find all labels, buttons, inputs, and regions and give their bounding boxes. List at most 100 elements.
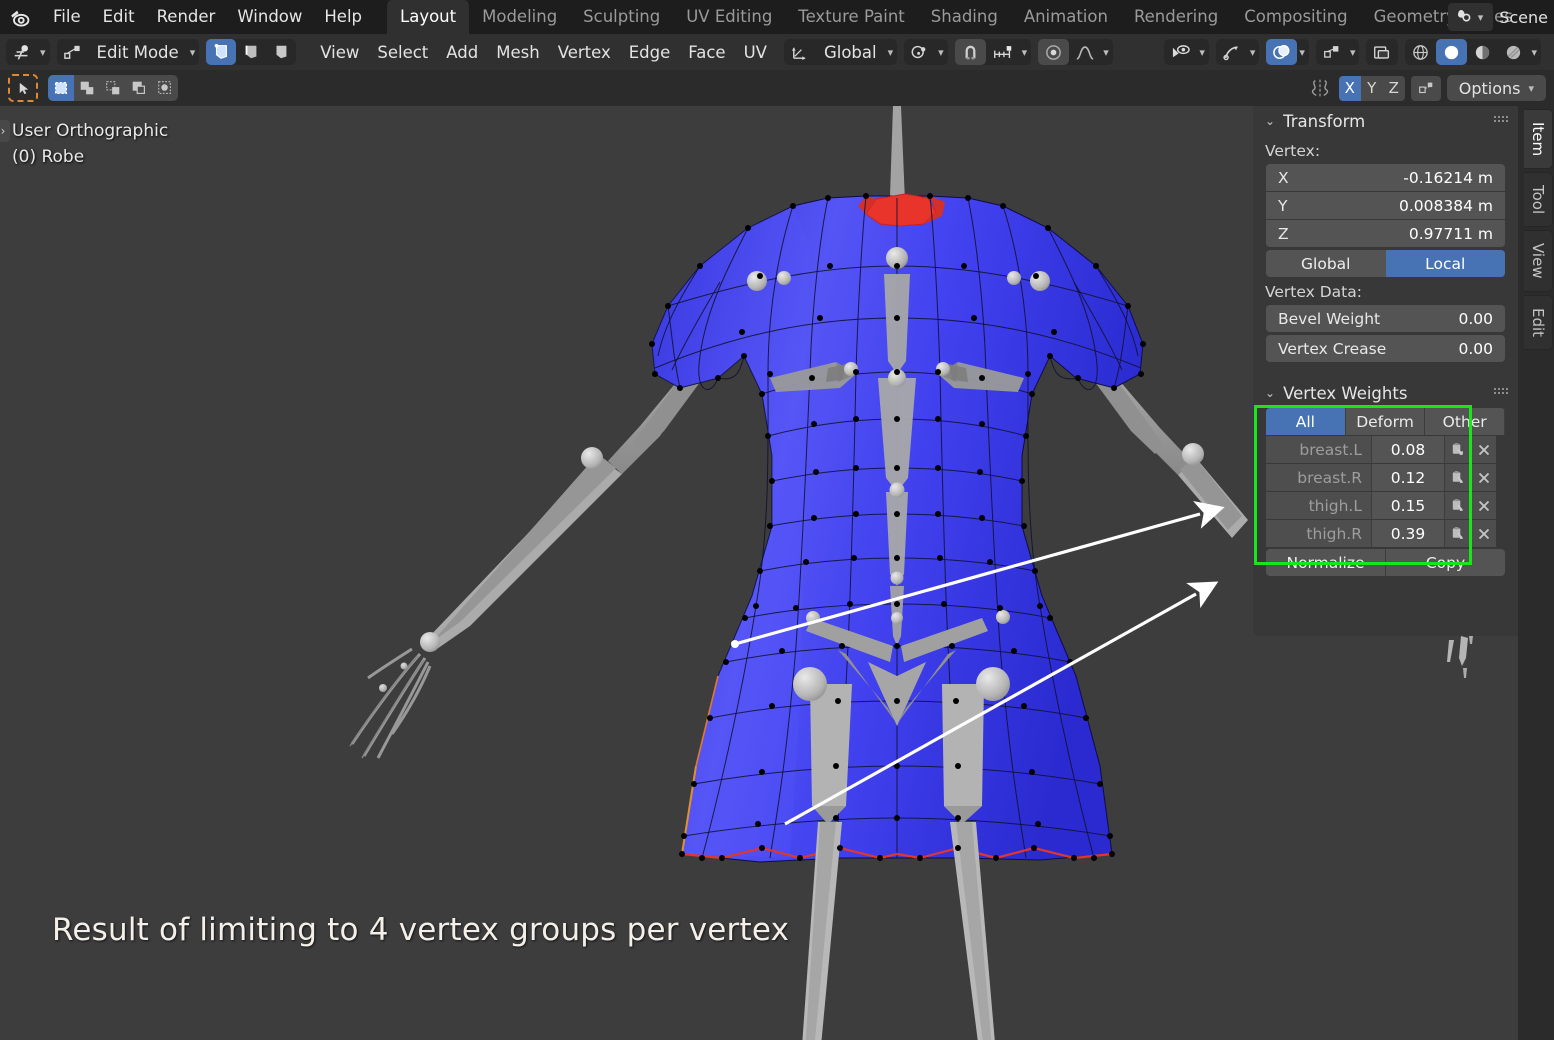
face-select-icon[interactable] xyxy=(266,39,296,65)
options-button[interactable]: Options ▾ xyxy=(1446,75,1546,101)
material-preview-icon[interactable] xyxy=(1467,39,1498,65)
blender-logo-icon[interactable] xyxy=(8,4,34,30)
panel-grip-icon[interactable] xyxy=(1494,388,1508,396)
transform-orientation-selector[interactable]: Global ▾ xyxy=(783,39,898,65)
workspace-tab-rendering[interactable]: Rendering xyxy=(1121,0,1231,34)
workspace-tab-texture-paint[interactable]: Texture Paint xyxy=(785,0,917,34)
snap-magnet-icon[interactable] xyxy=(954,39,986,65)
mode-label[interactable]: Edit Mode xyxy=(88,43,188,62)
overlays-group: ▾ xyxy=(1266,39,1309,65)
menu-face[interactable]: Face xyxy=(679,43,734,62)
workspace-tab-animation[interactable]: Animation xyxy=(1011,0,1121,34)
menu-view[interactable]: View xyxy=(311,43,368,62)
menu-render[interactable]: Render xyxy=(146,4,227,30)
close-icon[interactable] xyxy=(1470,492,1496,519)
vertex-group-name[interactable]: thigh.L xyxy=(1266,492,1371,519)
menu-add[interactable]: Add xyxy=(437,43,487,62)
vertex-group-weight[interactable]: 0.12 xyxy=(1371,464,1444,491)
close-icon[interactable] xyxy=(1470,464,1496,491)
transform-panel-header[interactable]: ⌄ Transform xyxy=(1253,106,1518,136)
scene-selector[interactable]: ▾ xyxy=(1447,3,1494,31)
menu-window[interactable]: Window xyxy=(226,4,313,30)
gizmo-icon[interactable] xyxy=(1216,39,1248,65)
menu-select[interactable]: Select xyxy=(368,43,437,62)
xray-icon[interactable] xyxy=(1366,39,1398,65)
sidebar-tab-edit[interactable]: Edit xyxy=(1524,294,1553,350)
rendered-shading-icon[interactable] xyxy=(1498,39,1529,65)
select-subtract-icon[interactable] xyxy=(100,75,126,101)
chevron-down-icon: ▾ xyxy=(1021,45,1028,59)
vertex-z-field[interactable]: Z 0.97711 m xyxy=(1266,220,1505,247)
editor-type-selector[interactable]: ▾ xyxy=(6,39,50,65)
vertex-group-name[interactable]: thigh.R xyxy=(1266,520,1371,547)
menu-file[interactable]: File xyxy=(42,4,92,30)
vertex-weights-panel-header[interactable]: ⌄ Vertex Weights xyxy=(1253,378,1518,408)
paste-icon[interactable] xyxy=(1444,492,1470,519)
vertex-x-field[interactable]: X -0.16214 m xyxy=(1266,164,1505,191)
sidebar-tab-view[interactable]: View xyxy=(1524,230,1553,292)
menu-edge[interactable]: Edge xyxy=(620,43,680,62)
overlays-icon[interactable] xyxy=(1266,39,1298,65)
panel-grip-icon[interactable] xyxy=(1494,116,1508,124)
vertex-group-name[interactable]: breast.L xyxy=(1266,436,1371,463)
scene-name-label[interactable]: Scene xyxy=(1495,8,1554,27)
vertex-crease-field[interactable]: Vertex Crease 0.00 xyxy=(1266,335,1505,362)
proportional-falloff-icon[interactable] xyxy=(1069,39,1101,65)
select-intersect-icon[interactable] xyxy=(152,75,178,101)
xray-toggle-icon[interactable] xyxy=(1316,39,1348,65)
workspace-tab-compositing[interactable]: Compositing xyxy=(1231,0,1360,34)
paste-icon[interactable] xyxy=(1444,464,1470,491)
workspace-tab-sculpting[interactable]: Sculpting xyxy=(570,0,673,34)
sidebar-tab-tool[interactable]: Tool xyxy=(1524,172,1553,228)
bevel-weight-field[interactable]: Bevel Weight 0.00 xyxy=(1266,305,1505,332)
solid-shading-icon[interactable] xyxy=(1436,39,1468,65)
vertex-section-label: Vertex: xyxy=(1265,142,1321,160)
mesh-symmetry-icon xyxy=(1307,77,1333,99)
object-visibility-icon[interactable] xyxy=(1164,39,1197,65)
top-bar: File Edit Render Window Help Layout Mode… xyxy=(0,0,1554,34)
copy-button[interactable]: Copy xyxy=(1385,549,1505,576)
workspace-tab-layout[interactable]: Layout xyxy=(387,0,470,34)
normalize-button[interactable]: Normalize xyxy=(1266,549,1385,576)
vertex-group-weight[interactable]: 0.15 xyxy=(1371,492,1444,519)
mirror-axis-y[interactable]: Y xyxy=(1360,75,1383,101)
filter-tab-other[interactable]: Other xyxy=(1425,408,1505,435)
vertex-group-weight[interactable]: 0.39 xyxy=(1371,520,1444,547)
wireframe-shading-icon[interactable] xyxy=(1405,39,1436,65)
menu-uv[interactable]: UV xyxy=(735,43,776,62)
proportional-editing-icon[interactable] xyxy=(1038,39,1070,65)
vertex-group-name[interactable]: breast.R xyxy=(1266,464,1371,491)
menu-vertex[interactable]: Vertex xyxy=(549,43,620,62)
select-invert-icon[interactable] xyxy=(126,75,152,101)
select-set-icon[interactable] xyxy=(48,75,74,101)
filter-tab-all[interactable]: All xyxy=(1266,408,1346,435)
mirror-axis-x[interactable]: X xyxy=(1338,75,1361,101)
select-extend-icon[interactable] xyxy=(74,75,100,101)
close-icon[interactable] xyxy=(1470,436,1496,463)
workspace-tab-modeling[interactable]: Modeling xyxy=(469,0,570,34)
paste-icon[interactable] xyxy=(1444,436,1470,463)
menu-mesh[interactable]: Mesh xyxy=(487,43,548,62)
editor-type-3dview-icon[interactable] xyxy=(6,39,38,65)
menu-help[interactable]: Help xyxy=(313,4,373,30)
menu-edit[interactable]: Edit xyxy=(92,4,146,30)
topology-mirror-icon[interactable] xyxy=(1410,75,1441,101)
local-space-button[interactable]: Local xyxy=(1385,250,1505,277)
filter-tab-deform[interactable]: Deform xyxy=(1345,408,1426,435)
workspace-tab-uv-editing[interactable]: UV Editing xyxy=(673,0,785,34)
global-space-button[interactable]: Global xyxy=(1266,250,1386,277)
snap-increment-icon[interactable] xyxy=(986,39,1020,65)
paste-icon[interactable] xyxy=(1444,520,1470,547)
mode-selector[interactable]: Edit Mode ▾ xyxy=(56,39,200,65)
pivot-point-selector[interactable]: ▾ xyxy=(904,39,948,65)
tweak-tool-icon[interactable] xyxy=(8,74,38,102)
orientation-label[interactable]: Global xyxy=(815,43,886,62)
mirror-axis-z[interactable]: Z xyxy=(1382,75,1405,101)
sidebar-tab-item[interactable]: Item xyxy=(1524,109,1553,170)
vertex-select-icon[interactable] xyxy=(206,39,237,65)
vertex-group-weight[interactable]: 0.08 xyxy=(1371,436,1444,463)
edge-select-icon[interactable] xyxy=(236,39,266,65)
vertex-y-field[interactable]: Y 0.008384 m xyxy=(1266,192,1505,219)
close-icon[interactable] xyxy=(1470,520,1496,547)
workspace-tab-shading[interactable]: Shading xyxy=(918,0,1011,34)
